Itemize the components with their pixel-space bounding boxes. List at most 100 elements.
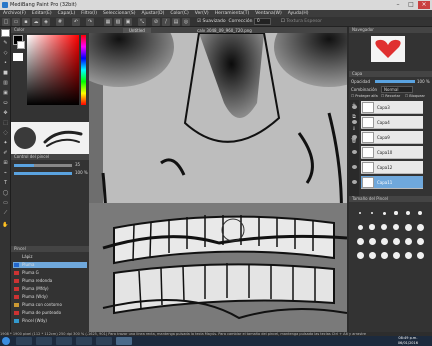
transform-icon[interactable]: ⤡ — [138, 18, 146, 26]
brush-size-preset[interactable] — [392, 237, 400, 245]
balloon-icon[interactable]: ◯ — [1, 189, 10, 197]
brush-item[interactable]: Pluma G — [13, 270, 87, 276]
textura-checkbox[interactable]: ☐ — [281, 19, 285, 24]
taskbar-medibang-icon[interactable] — [116, 337, 132, 345]
layer-opacity-slider[interactable] — [375, 80, 415, 83]
lasso-icon[interactable]: ◌ — [1, 129, 10, 137]
eyedropper-icon[interactable]: ⟋ — [1, 209, 10, 217]
close-button[interactable]: × — [418, 1, 430, 9]
brush-item[interactable]: Pincel (Wdy) — [13, 318, 87, 324]
brush-size-preset[interactable] — [404, 223, 412, 231]
brush-size-preset[interactable] — [356, 237, 364, 245]
brush-size-preset[interactable] — [382, 211, 386, 215]
layer-visibility-icon[interactable] — [352, 165, 357, 169]
layer-item[interactable]: Capa11 — [352, 176, 423, 189]
grid-icon[interactable]: # — [56, 18, 64, 26]
select-pen-icon[interactable]: ✐ — [1, 149, 10, 157]
transparent-swatch[interactable] — [13, 53, 23, 61]
frame-icon[interactable]: ▭ — [1, 199, 10, 207]
snap-off-icon[interactable]: ⊘ — [152, 18, 160, 26]
brush-item[interactable]: Pluma redonda — [13, 278, 87, 284]
brush-size-preset[interactable] — [357, 224, 363, 230]
undo-icon[interactable]: ↶ — [72, 18, 80, 26]
layer-item[interactable]: Capa4 — [352, 116, 423, 129]
fill-icon[interactable]: ▣ — [1, 89, 10, 97]
brush-size-preset[interactable] — [392, 251, 400, 259]
brush-item[interactable]: Pluma con contorno — [13, 302, 87, 308]
open-file-icon[interactable]: ▭ — [12, 18, 20, 26]
brush-size-preset[interactable] — [417, 210, 423, 216]
brush-size-preset[interactable] — [368, 251, 376, 259]
brush-size-preset[interactable] — [380, 237, 388, 245]
foreground-color-swatch[interactable] — [1, 29, 10, 37]
brush-size-preset[interactable] — [416, 237, 424, 245]
rect-tool-icon[interactable]: ■ — [1, 69, 10, 77]
brush-size-preset[interactable] — [406, 211, 410, 215]
brush-size-preset[interactable] — [380, 251, 388, 259]
brush-size-preset[interactable] — [359, 212, 361, 214]
clip-checkbox[interactable]: ☐ Recortar — [381, 94, 400, 98]
color-picker-square[interactable] — [27, 35, 79, 105]
eraser-icon[interactable]: ◇ — [1, 49, 10, 57]
layer-visibility-icon[interactable] — [352, 180, 357, 184]
brush-icon[interactable]: ⌁ — [1, 169, 10, 177]
brush-size-preset[interactable] — [392, 223, 400, 231]
layer-item[interactable]: Capa12 — [352, 161, 423, 174]
brush-size-preset[interactable] — [394, 211, 398, 215]
brush-item[interactable]: Pluma (Mfdy) — [13, 286, 87, 292]
layer-visibility-icon[interactable] — [352, 150, 357, 154]
menu-editar[interactable]: Editar(E) — [29, 10, 55, 17]
hue-slider[interactable] — [81, 35, 86, 105]
menu-ajustar[interactable]: Ajustar(D) — [138, 10, 167, 17]
snap-circle-icon[interactable]: ◎ — [182, 18, 190, 26]
divide-icon[interactable]: ⊞ — [1, 159, 10, 167]
menu-herramienta[interactable]: Herramienta(T) — [212, 10, 253, 17]
blend-mode-select[interactable]: Normal — [381, 86, 414, 93]
brush-size-preset[interactable] — [404, 237, 412, 245]
menu-seleccionar[interactable]: Seleccionar(S) — [100, 10, 138, 17]
layer-item[interactable]: Capa3 — [352, 101, 423, 114]
brush-size-preset[interactable] — [416, 223, 424, 231]
lock-checkbox[interactable]: ☐ Bloquear — [405, 94, 425, 98]
brush-size-preset[interactable] — [381, 224, 387, 230]
brush-size-preset[interactable] — [416, 251, 424, 259]
menu-filtro[interactable]: Filtro(I) — [78, 10, 100, 17]
cloud-icon[interactable]: ☁ — [32, 18, 40, 26]
move-icon[interactable]: ✥ — [1, 109, 10, 117]
share-icon[interactable]: ◈ — [42, 18, 50, 26]
redo-icon[interactable]: ↷ — [86, 18, 94, 26]
brush-size-preset[interactable] — [356, 251, 364, 259]
text-tool-icon[interactable]: T — [1, 179, 10, 187]
menu-archivo[interactable]: Archivo(F) — [0, 10, 29, 17]
menu-ver[interactable]: Ver(V) — [192, 10, 212, 17]
brush-opacity-slider[interactable] — [14, 172, 72, 175]
canvas-area[interactable]: Untitled calv 3048_09_960_720.png — [89, 27, 347, 332]
brush-size-preset[interactable] — [370, 211, 374, 215]
brush-item[interactable]: Pluma (Wdy) — [13, 294, 87, 300]
layer-item[interactable]: Capa10 — [352, 146, 423, 159]
new-file-icon[interactable]: □ — [2, 18, 10, 26]
taskbar-explorer-icon[interactable] — [16, 337, 32, 345]
deselect-icon[interactable]: ▦ — [104, 18, 112, 26]
secondary-color-swatch[interactable] — [17, 41, 25, 49]
start-button-icon[interactable] — [2, 337, 10, 345]
brush-item[interactable]: Lápiz — [13, 254, 87, 260]
taskbar-firefox-icon[interactable] — [96, 337, 112, 345]
delete-layer-icon[interactable]: 🗑 — [350, 138, 358, 146]
brush-size-preset[interactable] — [368, 237, 376, 245]
protect-alpha-checkbox[interactable]: ☐ Proteger alfa — [351, 94, 378, 98]
menu-capa[interactable]: Capa(L) — [55, 10, 79, 17]
system-clock[interactable]: 08:49 p.m. 06/01/2016 — [398, 336, 418, 346]
snap-grid-icon[interactable]: ▤ — [172, 18, 180, 26]
menu-ayuda[interactable]: Ayuda(H) — [285, 10, 312, 17]
brush-item[interactable]: Pluma — [13, 262, 87, 268]
select-all-icon[interactable]: ▣ — [124, 18, 132, 26]
menu-color[interactable]: Color(C) — [167, 10, 191, 17]
gradient-icon[interactable]: ▥ — [1, 79, 10, 87]
correccion-select[interactable]: 0 — [253, 18, 271, 25]
taskbar-folder-icon[interactable] — [56, 337, 72, 345]
layer-item[interactable]: Capa9 — [352, 131, 423, 144]
invert-selection-icon[interactable]: ▧ — [114, 18, 122, 26]
snap-line-icon[interactable]: / — [162, 18, 170, 26]
layer-visibility-icon[interactable] — [352, 105, 357, 109]
